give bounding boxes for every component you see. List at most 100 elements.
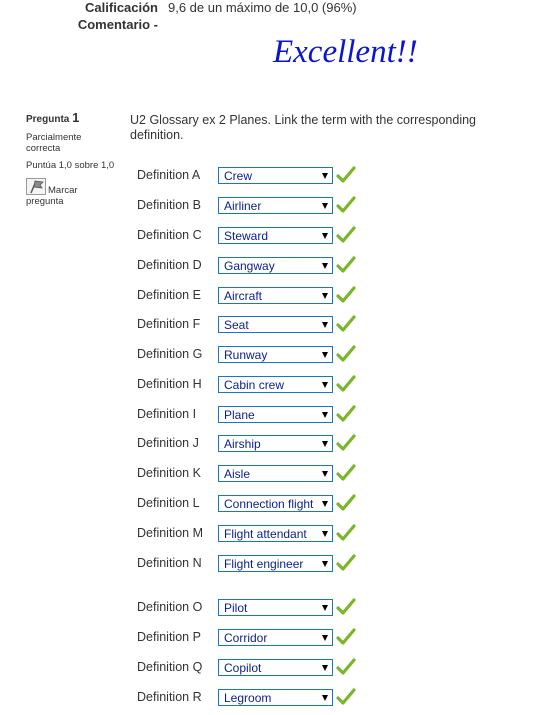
answer-select-value[interactable]: Runway xyxy=(224,348,267,362)
checkmark-icon xyxy=(336,464,356,481)
answer-select[interactable]: Corridor xyxy=(218,629,333,646)
definition-label: Definition H xyxy=(137,377,202,391)
match-row: Definition A Crew xyxy=(137,166,377,186)
answer-select[interactable]: Flight attendant xyxy=(218,525,333,542)
checkmark-icon xyxy=(336,524,356,541)
match-row: Definition D Gangway xyxy=(137,256,377,276)
checkmark-icon xyxy=(336,658,356,675)
question-info: Pregunta 1 Parcialmente correcta Puntúa … xyxy=(26,110,118,210)
match-row: Definition M Flight attendant xyxy=(137,524,377,544)
match-row: Definition P Corridor xyxy=(137,628,377,648)
answer-select-value[interactable]: Flight attendant xyxy=(224,527,307,541)
match-row: Definition Q Copilot xyxy=(137,658,377,678)
checkmark-icon xyxy=(336,554,356,571)
answer-select[interactable]: Seat xyxy=(218,316,333,333)
flag-question-label[interactable]: Marcar pregunta xyxy=(26,185,116,207)
answer-select-value[interactable]: Steward xyxy=(224,229,268,243)
definition-label: Definition C xyxy=(137,228,202,242)
dropdown-arrow-icon[interactable] xyxy=(322,605,328,611)
dropdown-arrow-icon[interactable] xyxy=(322,322,328,328)
definition-label: Definition G xyxy=(137,347,203,361)
answer-select-value[interactable]: Gangway xyxy=(224,259,275,273)
checkmark-icon xyxy=(336,375,356,392)
definition-label: Definition B xyxy=(137,198,201,212)
question-grade: Puntúa 1,0 sobre 1,0 xyxy=(26,160,115,171)
dropdown-arrow-icon[interactable] xyxy=(322,263,328,269)
checkmark-icon xyxy=(336,345,356,362)
grade-row: Calificación 9,6 de un máximo de 10,0 (9… xyxy=(0,0,542,16)
answer-select-value[interactable]: Corridor xyxy=(224,631,267,645)
answer-select-value[interactable]: Plane xyxy=(224,408,255,422)
answer-select[interactable]: Plane xyxy=(218,406,333,423)
answer-select[interactable]: Connection flight xyxy=(218,495,333,512)
answer-select[interactable]: Airliner xyxy=(218,197,333,214)
answer-select[interactable]: Aisle xyxy=(218,465,333,482)
dropdown-arrow-icon[interactable] xyxy=(322,561,328,567)
answer-select-value[interactable]: Legroom xyxy=(224,691,271,705)
dropdown-arrow-icon[interactable] xyxy=(322,352,328,358)
match-row: Definition N Flight engineer xyxy=(137,554,377,574)
definition-label: Definition J xyxy=(137,436,199,450)
match-row: Definition L Connection flight xyxy=(137,494,377,514)
answer-select-value[interactable]: Aircraft xyxy=(224,289,262,303)
answer-select[interactable]: Gangway xyxy=(218,257,333,274)
dropdown-arrow-icon[interactable] xyxy=(322,173,328,179)
dropdown-arrow-icon[interactable] xyxy=(322,382,328,388)
answer-select-value[interactable]: Seat xyxy=(224,318,249,332)
definition-label: Definition D xyxy=(137,258,202,272)
flag-question-button[interactable]: Marcar pregunta xyxy=(26,178,118,210)
dropdown-arrow-icon[interactable] xyxy=(322,501,328,507)
match-row: Definition R Legroom xyxy=(137,688,377,708)
grade-value: 9,6 de un máximo de 10,0 (96%) xyxy=(168,0,357,15)
dropdown-arrow-icon[interactable] xyxy=(322,471,328,477)
answer-select[interactable]: Runway xyxy=(218,346,333,363)
dropdown-arrow-icon[interactable] xyxy=(322,441,328,447)
question-number-value: 1 xyxy=(72,110,80,125)
question-label: Pregunta xyxy=(26,114,70,125)
checkmark-icon xyxy=(336,628,356,645)
answer-select-value[interactable]: Cabin crew xyxy=(224,378,284,392)
dropdown-arrow-icon[interactable] xyxy=(322,233,328,239)
answer-select[interactable]: Crew xyxy=(218,167,333,184)
dropdown-arrow-icon[interactable] xyxy=(322,665,328,671)
answer-select[interactable]: Aircraft xyxy=(218,287,333,304)
dropdown-arrow-icon[interactable] xyxy=(322,293,328,299)
checkmark-icon xyxy=(336,494,356,511)
checkmark-icon xyxy=(336,434,356,451)
checkmark-icon xyxy=(336,286,356,303)
dropdown-arrow-icon[interactable] xyxy=(322,635,328,641)
answer-select-value[interactable]: Flight engineer xyxy=(224,557,303,571)
answer-select[interactable]: Steward xyxy=(218,227,333,244)
match-row: Definition C Steward xyxy=(137,226,377,246)
answer-select-value[interactable]: Airship xyxy=(224,437,261,451)
answer-select[interactable]: Airship xyxy=(218,435,333,452)
dropdown-arrow-icon[interactable] xyxy=(322,203,328,209)
answer-select[interactable]: Flight engineer xyxy=(218,555,333,572)
definition-label: Definition P xyxy=(137,630,201,644)
definition-label: Definition L xyxy=(137,496,200,510)
answer-select-value[interactable]: Copilot xyxy=(224,661,261,675)
checkmark-icon xyxy=(336,598,356,615)
match-row: Definition F Seat xyxy=(137,315,377,335)
definition-label: Definition A xyxy=(137,168,201,182)
question-state: Parcialmente correcta xyxy=(26,132,82,154)
definition-label: Definition N xyxy=(137,556,202,570)
definition-label: Definition F xyxy=(137,317,201,331)
answer-select-value[interactable]: Pilot xyxy=(224,601,247,615)
checkmark-icon xyxy=(336,405,356,422)
dropdown-arrow-icon[interactable] xyxy=(322,695,328,701)
match-row: Definition E Aircraft xyxy=(137,286,377,306)
dropdown-arrow-icon[interactable] xyxy=(322,531,328,537)
dropdown-arrow-icon[interactable] xyxy=(322,412,328,418)
answer-select[interactable]: Pilot xyxy=(218,599,333,616)
answer-select-value[interactable]: Connection flight xyxy=(224,497,313,511)
answer-select-value[interactable]: Crew xyxy=(224,169,252,183)
comment-label: Comentario - xyxy=(77,17,158,32)
answer-select-value[interactable]: Aisle xyxy=(224,467,250,481)
answer-select-value[interactable]: Airliner xyxy=(224,199,261,213)
answer-select[interactable]: Cabin crew xyxy=(218,376,333,393)
match-row: Definition B Airliner xyxy=(137,196,377,216)
answer-select[interactable]: Legroom xyxy=(218,689,333,706)
checkmark-icon xyxy=(336,315,356,332)
answer-select[interactable]: Copilot xyxy=(218,659,333,676)
